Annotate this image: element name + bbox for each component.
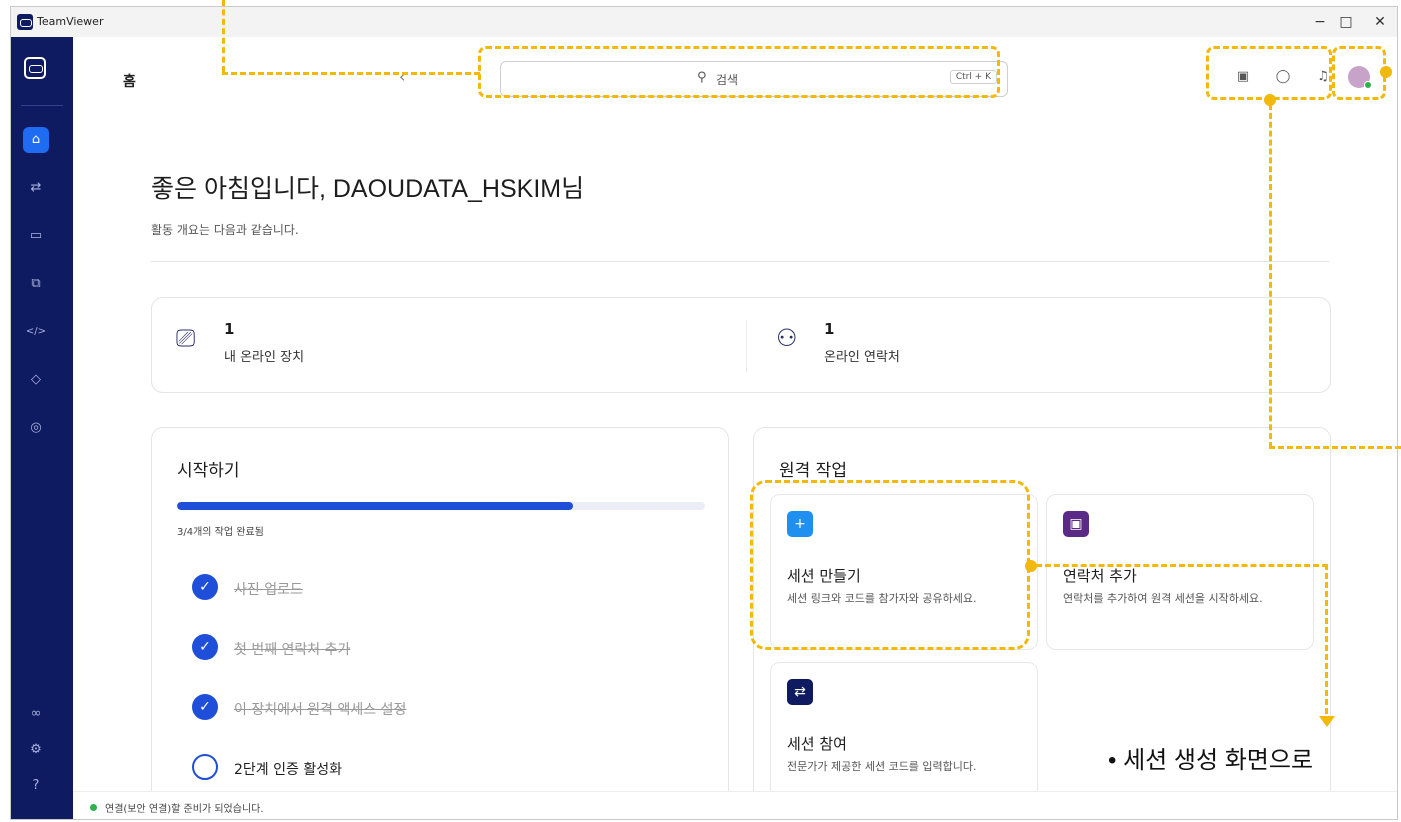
maximize-button[interactable]: □ xyxy=(1333,11,1359,33)
task-label: 2단계 인증 활성화 xyxy=(234,762,342,778)
task-label: 사진 업로드 xyxy=(234,582,303,598)
gear-icon: ⚙ xyxy=(30,742,42,757)
create-session-highlight xyxy=(750,480,1030,650)
annotation-line xyxy=(1325,564,1328,714)
check-icon: ✓ xyxy=(192,694,218,720)
sidebar-item-devices[interactable]: ▭ xyxy=(23,223,49,249)
annotation-line xyxy=(222,72,480,75)
contact-check-icon: ⚇ xyxy=(776,324,798,352)
sidebar-item-home[interactable]: ⌂ xyxy=(23,127,49,153)
tile-description: 전문가가 제공한 세션 코드를 입력합니다. xyxy=(787,760,977,773)
swap-arrows-icon: ⇄ xyxy=(30,180,42,195)
sidebar-item-remote[interactable]: ⧉ xyxy=(23,271,49,297)
app-title: TeamViewer xyxy=(37,15,104,28)
annotation-line xyxy=(1269,446,1401,449)
task-label: 이 장치에서 원격 액세스 설정 xyxy=(234,702,407,718)
link-icon: ∞ xyxy=(30,706,42,721)
back-button[interactable]: ‹ xyxy=(399,67,405,86)
status-dot xyxy=(90,804,97,811)
code-icon: </> xyxy=(25,326,47,337)
teamviewer-logo-icon xyxy=(17,14,33,30)
annotation-dot xyxy=(1380,66,1392,78)
tile-title: 세션 참여 xyxy=(787,735,847,753)
remote-work-title: 원격 작업 xyxy=(779,461,847,481)
annotation-line xyxy=(222,0,225,72)
progress-text: 3/4개의 작업 완료됨 xyxy=(177,527,264,538)
avatar-highlight xyxy=(1332,46,1386,100)
stat-value-devices: 1 xyxy=(224,320,235,338)
task-label: 첫 번째 연락처 추가 xyxy=(234,642,351,658)
stat-label-devices: 내 온라인 장치 xyxy=(224,350,305,365)
stat-divider xyxy=(746,320,747,372)
greeting-title: 좋은 아침입니다, DAOUDATA_HSKIM님 xyxy=(151,175,585,203)
check-icon: ✓ xyxy=(192,574,218,600)
status-text: 연결(보안 연결)할 준비가 되었습니다. xyxy=(105,804,264,815)
greeting-subtitle: 활동 개요는 다음과 같습니다. xyxy=(151,223,299,237)
monitor-icon: ▭ xyxy=(29,228,43,243)
devices-icon: ⎚ xyxy=(176,324,196,352)
tile-description: 연락처를 추가하여 원격 세션을 시작하세요. xyxy=(1063,592,1263,605)
divider xyxy=(151,261,1329,262)
sidebar-item-settings[interactable]: ⚙ xyxy=(23,737,49,763)
minimize-button[interactable]: − xyxy=(1307,11,1333,33)
stats-card: ⎚ 1 내 온라인 장치 ⚇ 1 온라인 연락처 xyxy=(151,297,1331,393)
page-title: 홈 xyxy=(123,74,136,90)
stat-label-contacts: 온라인 연락처 xyxy=(824,350,900,365)
empty-circle-icon xyxy=(192,754,218,780)
sidebar-divider xyxy=(21,105,63,106)
join-arrows-icon: ⇄ xyxy=(787,679,813,705)
sidebar: ⌂ ⇄ ▭ ⧉ </> ◇ ◎ ∞ ⚙ ? xyxy=(11,37,73,819)
close-button[interactable]: ✕ xyxy=(1367,11,1393,33)
main-content: 홈 ‹ ⚲ 검색 Ctrl + K ▣ ◯ ♫ 좋은 아침입니다, DAOUDA… xyxy=(73,37,1397,819)
shield-icon: ◎ xyxy=(30,420,42,435)
search-highlight xyxy=(478,46,1000,98)
add-contact-tile[interactable]: ▣ 연락처 추가 연락처를 추가하여 원격 세션을 시작하세요. xyxy=(1046,494,1314,650)
title-bar: TeamViewer − □ ✕ xyxy=(11,7,1397,37)
home-icon: ⌂ xyxy=(31,132,41,147)
sidebar-item-security[interactable]: ◎ xyxy=(23,415,49,441)
check-icon: ✓ xyxy=(192,634,218,660)
tile-title: 연락처 추가 xyxy=(1063,567,1137,585)
sidebar-item-tags[interactable]: ◇ xyxy=(23,367,49,393)
annotation-caption: • 세션 생성 화면으로 xyxy=(1108,747,1314,774)
status-bar: 연결(보안 연결)할 준비가 되었습니다. xyxy=(73,791,1397,819)
tag-icon: ◇ xyxy=(31,372,41,387)
sidebar-item-connect[interactable]: ⇄ xyxy=(23,175,49,201)
sidebar-item-integrations[interactable]: ∞ xyxy=(23,701,49,727)
progress-fill xyxy=(177,502,573,510)
getting-started-card: 시작하기 3/4개의 작업 완료됨 ✓ 사진 업로드 ✓ 첫 번째 연락처 추가… xyxy=(151,427,729,819)
teamviewer-logo-icon[interactable] xyxy=(24,57,46,79)
window-icon: ⧉ xyxy=(31,276,41,291)
stat-value-contacts: 1 xyxy=(824,320,835,338)
annotation-line xyxy=(1269,104,1272,448)
help-icon: ? xyxy=(32,778,40,793)
sidebar-item-help[interactable]: ? xyxy=(23,773,49,799)
arrow-down-icon xyxy=(1319,716,1335,727)
progress-bar xyxy=(177,502,705,510)
sidebar-item-developer[interactable]: </> xyxy=(23,319,49,345)
app-window: TeamViewer − □ ✕ ⌂ ⇄ ▭ ⧉ </> ◇ ◎ ∞ ⚙ ? 홈… xyxy=(10,6,1398,820)
getting-started-title: 시작하기 xyxy=(177,461,240,481)
contact-card-icon: ▣ xyxy=(1063,511,1089,537)
annotation-line xyxy=(1036,564,1328,567)
top-icons-highlight xyxy=(1206,46,1332,100)
